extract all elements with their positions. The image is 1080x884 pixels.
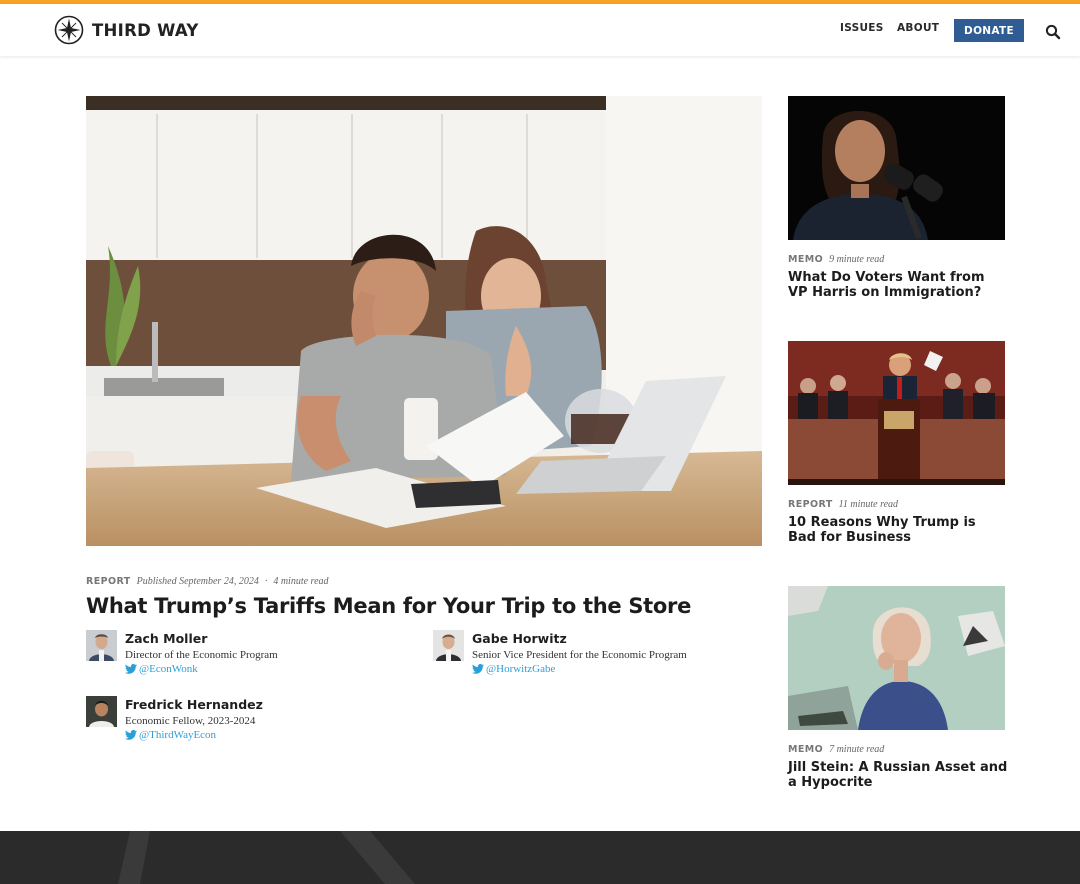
read-time: 7 minute read [829,744,885,755]
avatar[interactable] [86,696,117,727]
site-logo[interactable]: THIRD WAY [54,14,199,46]
author-twitter-handle: @ThirdWayEcon [139,729,217,741]
sidebar-image-trump[interactable] [788,341,1005,485]
twitter-icon [472,664,484,674]
author-twitter-handle: @HorwitzGabe [486,663,556,675]
content-type-label: REPORT [86,576,131,587]
read-time: 4 minute read [273,576,329,587]
site-footer [0,831,1080,884]
feature-headline[interactable]: What Trump’s Tariffs Mean for Your Trip … [86,594,762,618]
search-icon[interactable] [1045,24,1061,40]
sidebar-headline[interactable]: What Do Voters Want from VP Harris on Im… [788,270,1008,300]
sidebar-meta: MEMO 7 minute read [788,744,884,755]
author-role: Senior Vice President for the Economic P… [472,649,687,661]
twitter-icon [125,664,137,674]
sidebar-meta: MEMO 9 minute read [788,254,884,265]
author-card: Gabe Horwitz Senior Vice President for t… [433,630,763,680]
nav-about[interactable]: ABOUT [897,22,939,34]
feature-meta: REPORT Published September 24, 2024 · 4 … [86,576,329,587]
twitter-icon [125,730,137,740]
speaker-photo [788,96,1005,240]
author-name[interactable]: Gabe Horwitz [472,631,567,646]
author-twitter-link[interactable]: @HorwitzGabe [472,663,555,675]
nav-issues[interactable]: ISSUES [840,22,884,34]
donate-button[interactable]: DONATE [954,19,1024,42]
content-type-label: REPORT [788,499,833,510]
read-time: 11 minute read [838,499,899,510]
content-type-label: MEMO [788,254,824,265]
author-role: Economic Fellow, 2023-2024 [125,715,256,727]
sidebar-headline[interactable]: 10 Reasons Why Trump is Bad for Business [788,515,1008,545]
author-name[interactable]: Fredrick Hernandez [125,697,263,712]
event-photo [788,341,1005,485]
sidebar-image-stein[interactable] [788,586,1005,730]
author-name[interactable]: Zach Moller [125,631,207,646]
compass-icon [54,15,84,45]
author-twitter-link[interactable]: @EconWonk [125,663,198,675]
sidebar-headline[interactable]: Jill Stein: A Russian Asset and a Hypocr… [788,760,1008,790]
footer-decoration [118,831,415,884]
content-type-label: MEMO [788,744,824,755]
author-twitter-handle: @EconWonk [139,663,198,675]
author-card: Zach Moller Director of the Economic Pro… [86,630,416,680]
site-name: THIRD WAY [92,20,199,40]
meta-separator: · [264,576,268,587]
author-card: Fredrick Hernandez Economic Fellow, 2023… [86,696,416,746]
read-time: 9 minute read [829,254,885,265]
site-header: THIRD WAY ISSUES ABOUT DONATE [0,4,1080,56]
feature-image[interactable] [86,96,762,546]
author-twitter-link[interactable]: @ThirdWayEcon [125,729,216,741]
sidebar-image-harris[interactable] [788,96,1005,240]
kitchen-couple-photo [86,96,762,546]
published-date: Published September 24, 2024 [136,576,259,587]
avatar[interactable] [433,630,464,661]
collage-photo [788,586,1005,730]
sidebar-meta: REPORT 11 minute read [788,499,898,510]
avatar[interactable] [86,630,117,661]
author-role: Director of the Economic Program [125,649,278,661]
